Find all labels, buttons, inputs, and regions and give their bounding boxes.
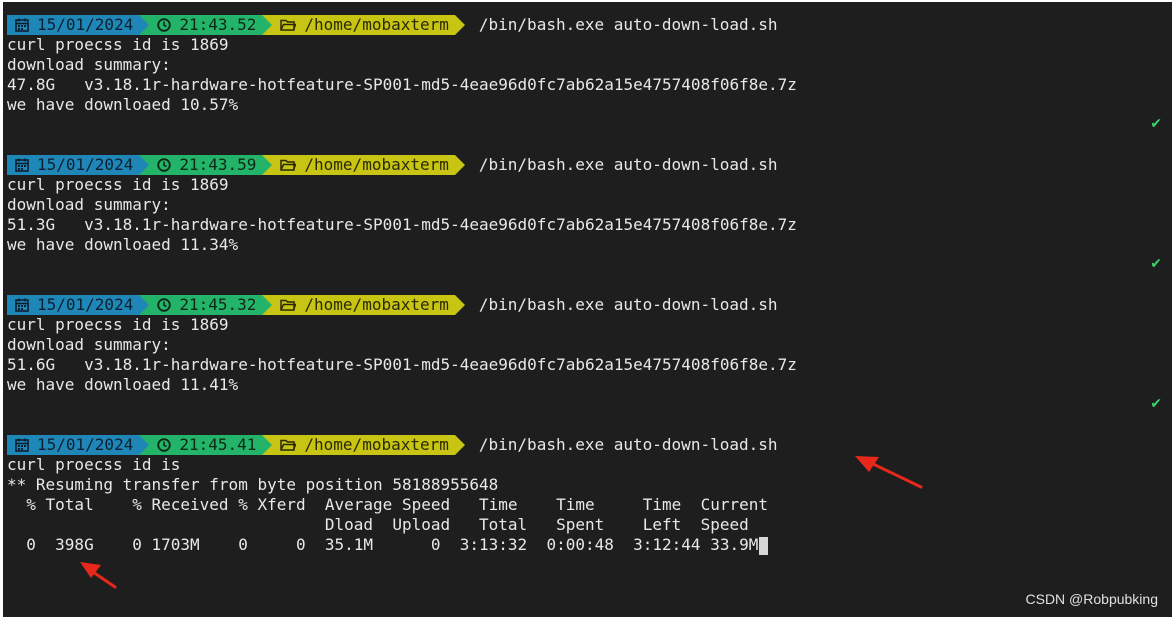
watermark: CSDN @Robpubking — [1025, 591, 1159, 607]
red-arrow-icon — [855, 456, 923, 489]
annotation-overlay — [80, 456, 923, 589]
red-arrow-icon — [80, 562, 117, 589]
terminal-window[interactable]: 15/01/2024 21:43.52 /home/mobaxterm /bin… — [3, 2, 1172, 617]
